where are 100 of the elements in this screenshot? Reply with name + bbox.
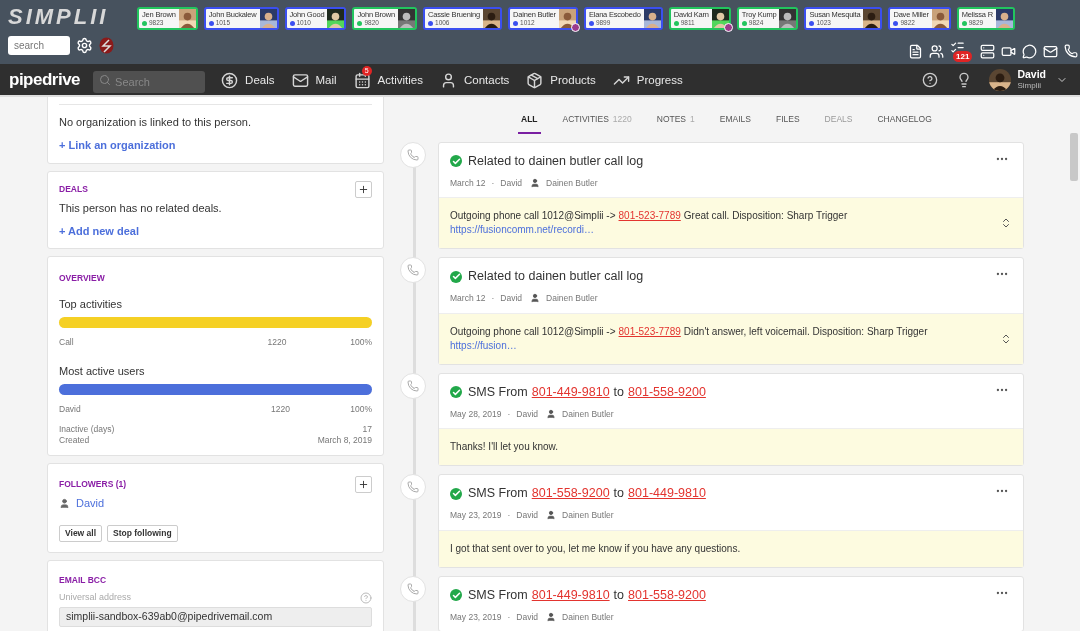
follower-link[interactable]: David xyxy=(76,495,105,512)
activity-date: May 23, 2019 xyxy=(450,509,502,522)
activity-date: May 23, 2019 xyxy=(450,610,502,624)
follower-button[interactable]: View all xyxy=(59,524,103,542)
person-icon xyxy=(546,510,557,521)
feed-tab[interactable]: ACTIVITIES 1220 xyxy=(559,113,635,134)
done-check-icon[interactable] xyxy=(450,155,462,168)
mail-icon[interactable] xyxy=(1043,43,1058,59)
fact-label: Inactive (days) xyxy=(59,424,115,435)
box-icon xyxy=(526,72,544,89)
done-check-icon[interactable] xyxy=(450,589,462,602)
separator-dot: · xyxy=(491,176,495,190)
count-badge: 121 xyxy=(953,51,973,62)
activity-person: Dainen Butler xyxy=(562,407,614,421)
activity-person: Dainen Butler xyxy=(546,292,598,305)
phone-link[interactable]: 801-523-7789 xyxy=(618,324,681,339)
phone-link[interactable]: 801-558-9200 xyxy=(628,382,706,402)
activity-user: David xyxy=(516,509,539,522)
phone-icon[interactable] xyxy=(1064,44,1078,58)
fact-value: March 8, 2019 xyxy=(317,435,372,446)
nav-item[interactable]: Progress xyxy=(612,65,683,94)
stat-percent: 100% xyxy=(350,403,372,416)
done-check-icon[interactable] xyxy=(450,270,462,283)
person-icon xyxy=(546,408,557,419)
busy-badge xyxy=(570,23,580,32)
section-title: EMAIL BCC xyxy=(59,574,107,585)
separator-dot: · xyxy=(507,610,511,624)
phone-link[interactable]: 801-523-7789 xyxy=(618,209,681,224)
phone-link[interactable]: 801-449-9810 xyxy=(628,484,706,503)
feed-tab[interactable]: EMAILS xyxy=(716,113,754,134)
stat-title: Top activities xyxy=(59,296,123,312)
note-text: Outgoing phone call 1012@Simplii -> 801-523-7789 Didn't answer, left voicemail. Disposition: Sharp Trigger https://fusion… xyxy=(450,324,929,353)
note-text: Outgoing phone call 1012@Simplii -> 801-523-7789 Great call. Disposition: Sharp Trigger https://fusioncomm.net/recordi… xyxy=(450,209,849,238)
group-icon[interactable] xyxy=(929,43,944,59)
add-deal-link[interactable]: + Add new deal xyxy=(59,222,372,239)
organization-text: No organization is linked to this person. xyxy=(59,115,252,130)
add-button[interactable] xyxy=(355,476,372,493)
url-link[interactable]: https://fusion… xyxy=(450,338,517,353)
phone-link[interactable]: 801-449-9810 xyxy=(531,382,610,402)
note-text: Thanks! I'll let you know. xyxy=(450,440,560,455)
nav-item[interactable]: Contacts xyxy=(439,65,510,94)
feed-tab[interactable]: FILES xyxy=(772,113,803,134)
separator-dot: · xyxy=(507,509,511,522)
search-icon xyxy=(99,73,112,86)
pipedrive-logo[interactable]: pipedrive xyxy=(9,66,81,93)
gear-icon[interactable] xyxy=(76,37,93,54)
section-title: DEALS xyxy=(59,183,88,196)
person-icon xyxy=(530,177,540,188)
company-name: Simplii xyxy=(1017,79,1042,91)
activity-date: March 12 xyxy=(450,292,486,305)
phone-link[interactable]: 801-449-9810 xyxy=(531,585,610,605)
link-organization-link[interactable]: + Link an organization xyxy=(59,136,372,153)
activity-user: David xyxy=(516,610,539,624)
activity-title: Related to dainen butler call log xyxy=(468,152,644,170)
url-link[interactable]: https://fusioncomm.net/recordi… xyxy=(450,223,594,238)
logo-icon[interactable] xyxy=(99,37,114,54)
activity-title: Related to dainen butler call log xyxy=(468,268,644,286)
done-check-icon[interactable] xyxy=(450,386,462,399)
scrollbar[interactable] xyxy=(1070,133,1078,181)
activity-person: Dainen Butler xyxy=(546,176,598,190)
person-icon xyxy=(530,293,540,304)
feed-tab[interactable]: NOTES 1 xyxy=(653,113,698,134)
nav-item[interactable]: Mail xyxy=(291,65,337,94)
logo: SIMPLII xyxy=(8,3,110,31)
nav-item[interactable]: Deals xyxy=(221,65,275,94)
activity-title: SMS From 801-449-9810 to 801-558-9200 xyxy=(468,585,706,605)
expand-icon[interactable] xyxy=(1000,217,1012,230)
user-name[interactable]: David xyxy=(1017,68,1046,80)
activity-title: SMS From 801-558-9200 to 801-449-9810 xyxy=(468,484,706,503)
server-icon[interactable] xyxy=(980,43,995,59)
field-label: Universal address xyxy=(59,591,132,604)
expand-icon[interactable] xyxy=(1000,332,1012,345)
feed-tab[interactable]: ALL xyxy=(518,113,541,134)
plus-icon xyxy=(358,184,369,195)
search-field[interactable]: search xyxy=(8,36,70,55)
activity-date: March 12 xyxy=(450,176,486,190)
done-check-icon[interactable] xyxy=(450,487,462,500)
add-button[interactable] xyxy=(355,181,372,198)
stat-percent: 100% xyxy=(350,336,372,349)
chat-icon[interactable] xyxy=(1022,43,1037,59)
phone-link[interactable]: 801-558-9200 xyxy=(531,484,610,503)
activity-person: Dainen Butler xyxy=(562,509,614,522)
deals-text: This person has no related deals. xyxy=(59,201,223,216)
follower-button[interactable]: Stop following xyxy=(107,524,178,542)
nav-item[interactable]: Products xyxy=(526,65,596,94)
person-icon xyxy=(546,611,557,622)
activity-person: Dainen Butler xyxy=(562,610,614,624)
email-field[interactable]: simplii-sandbox-639ab0@pipedrivemail.com xyxy=(59,606,372,627)
task-list-icon[interactable] xyxy=(950,40,965,55)
fact-label: Created xyxy=(59,435,90,446)
activity-user: David xyxy=(516,407,539,421)
feed-tab[interactable]: CHANGELOG xyxy=(874,113,935,134)
separator-dot: · xyxy=(491,292,495,305)
section-title: FOLLOWERS (1) xyxy=(59,478,127,491)
phone-link[interactable]: 801-558-9200 xyxy=(628,585,706,605)
document-icon[interactable] xyxy=(908,43,923,59)
dollar-icon xyxy=(221,72,239,89)
stat-label: David xyxy=(59,403,81,416)
help-icon[interactable] xyxy=(922,71,939,88)
stat-label: Call xyxy=(59,336,74,349)
